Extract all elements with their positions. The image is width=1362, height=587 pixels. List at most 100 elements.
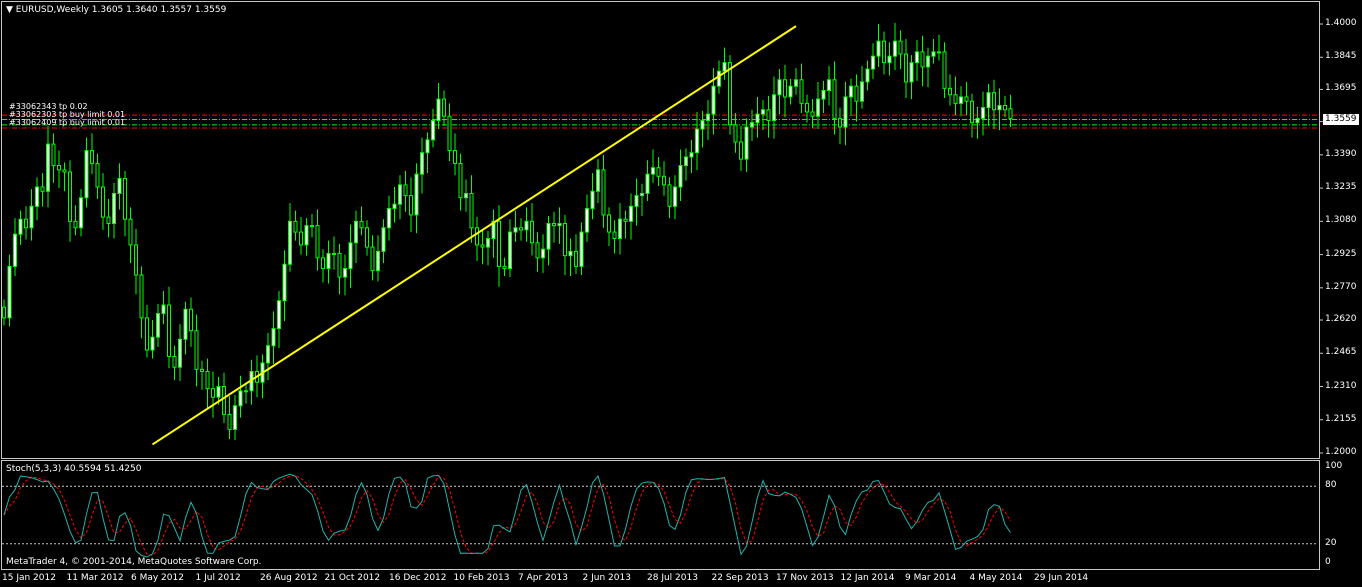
bear-candle <box>948 87 952 96</box>
bull-candle <box>420 152 424 175</box>
bear-candle <box>447 115 452 152</box>
bull-candle <box>849 85 853 98</box>
bull-candle <box>876 40 881 57</box>
bear-candle <box>145 317 149 351</box>
bull-candle <box>326 253 331 270</box>
bull-candle <box>282 263 287 302</box>
price-tick-label: 1.4000 <box>1325 18 1357 28</box>
bull-candle <box>414 173 419 216</box>
bull-candle <box>629 205 633 222</box>
bull-candle <box>997 105 1002 111</box>
bear-candle <box>315 225 320 259</box>
bear-candle <box>607 214 611 233</box>
price-tick-label: 1.2000 <box>1325 447 1357 457</box>
bull-candle <box>46 143 50 192</box>
bear-candle <box>953 94 958 104</box>
bull-candle <box>84 150 89 199</box>
bull-candle <box>959 96 963 104</box>
bull-candle <box>755 113 760 124</box>
bear-candle <box>458 162 463 199</box>
bear-candle <box>40 186 45 192</box>
bear-candle <box>222 386 226 415</box>
bear-candle <box>95 162 100 188</box>
bull-candle <box>332 253 336 256</box>
bull-candle <box>590 190 595 209</box>
bear-candle <box>563 222 567 257</box>
bear-candle <box>442 98 446 117</box>
bull-candle <box>640 192 644 197</box>
bull-candle <box>695 128 699 154</box>
time-tick-label: 17 Nov 2013 <box>776 573 834 583</box>
bull-candle <box>750 122 754 128</box>
bull-candle <box>161 304 166 315</box>
time-tick-label: 22 Sep 2013 <box>711 573 769 583</box>
bear-candle <box>530 220 534 244</box>
bull-candle <box>541 248 545 259</box>
bear-candle <box>403 184 408 197</box>
time-tick-label: 9 Mar 2014 <box>905 573 957 583</box>
time-tick-label: 1 Jul 2012 <box>195 573 241 583</box>
bear-candle <box>733 124 738 143</box>
bear-candle <box>200 368 204 372</box>
bear-candle <box>920 51 925 68</box>
bull-candle <box>744 126 749 160</box>
price-tick-label: 1.3235 <box>1325 182 1357 193</box>
bear-candle <box>502 265 507 270</box>
bull-candle <box>772 94 776 122</box>
bear-candle <box>904 53 908 83</box>
bear-candle <box>783 79 787 98</box>
stoch-tick-label: 100 <box>1325 461 1343 471</box>
bull-candle <box>821 89 826 100</box>
bear-candle <box>766 109 771 122</box>
bear-candle <box>623 218 628 222</box>
bear-candle <box>321 257 325 270</box>
bear-candle <box>167 304 171 357</box>
bull-candle <box>788 85 793 98</box>
bull-candle <box>678 165 683 188</box>
bull-candle <box>436 98 441 122</box>
trendline <box>151 25 797 446</box>
bear-candle <box>293 220 298 233</box>
order-label-3: #33062409 tp buy limit 0.01 <box>9 118 126 127</box>
bull-candle <box>343 268 347 278</box>
time-tick-label: 21 Oct 2012 <box>324 573 381 583</box>
price-tick-label: 1.2925 <box>1325 248 1357 259</box>
bull-candle <box>150 336 155 351</box>
bull-candle <box>112 192 116 224</box>
bull-candle <box>387 207 391 229</box>
bull-candle <box>238 390 243 407</box>
time-tick-label: 15 Jan 2012 <box>2 573 56 583</box>
bear-candle <box>62 169 67 173</box>
bull-candle <box>827 79 831 91</box>
price-tick-label: 1.2770 <box>1325 281 1357 292</box>
bear-candle <box>838 117 842 128</box>
price-tick-label: 1.3845 <box>1325 51 1357 62</box>
stoch-tick-label: 80 <box>1325 480 1337 491</box>
bull-candle <box>645 173 650 194</box>
time-tick-label: 12 Jan 2014 <box>840 573 895 583</box>
bull-candle <box>381 227 386 252</box>
bull-candle <box>35 186 39 207</box>
bull-candle <box>486 238 490 248</box>
time-tick-label: 10 Feb 2013 <box>453 573 510 583</box>
bear-candle <box>299 231 303 246</box>
stochastic-panel[interactable] <box>1 460 1320 570</box>
time-tick-label: 6 May 2012 <box>131 573 184 583</box>
bear-candle <box>469 192 474 229</box>
bear-candle <box>810 111 815 117</box>
bull-candle <box>244 390 248 393</box>
bull-candle <box>233 405 237 430</box>
bear-candle <box>552 222 556 227</box>
bull-candle <box>634 195 639 207</box>
dropdown-triangle-icon[interactable]: ▼ <box>6 5 13 15</box>
bear-candle <box>211 388 215 398</box>
bear-candle <box>656 167 661 177</box>
chart-header: ▼ EURUSD,Weekly 1.3605 1.3640 1.3557 1.3… <box>6 5 226 15</box>
bull-candle <box>310 225 314 228</box>
bull-candle <box>354 220 358 244</box>
time-tick-label: 2 Jun 2013 <box>582 573 631 583</box>
bear-candle <box>101 186 105 218</box>
bear-candle <box>359 220 364 229</box>
bull-candle <box>794 79 798 87</box>
bear-candle <box>799 79 804 104</box>
